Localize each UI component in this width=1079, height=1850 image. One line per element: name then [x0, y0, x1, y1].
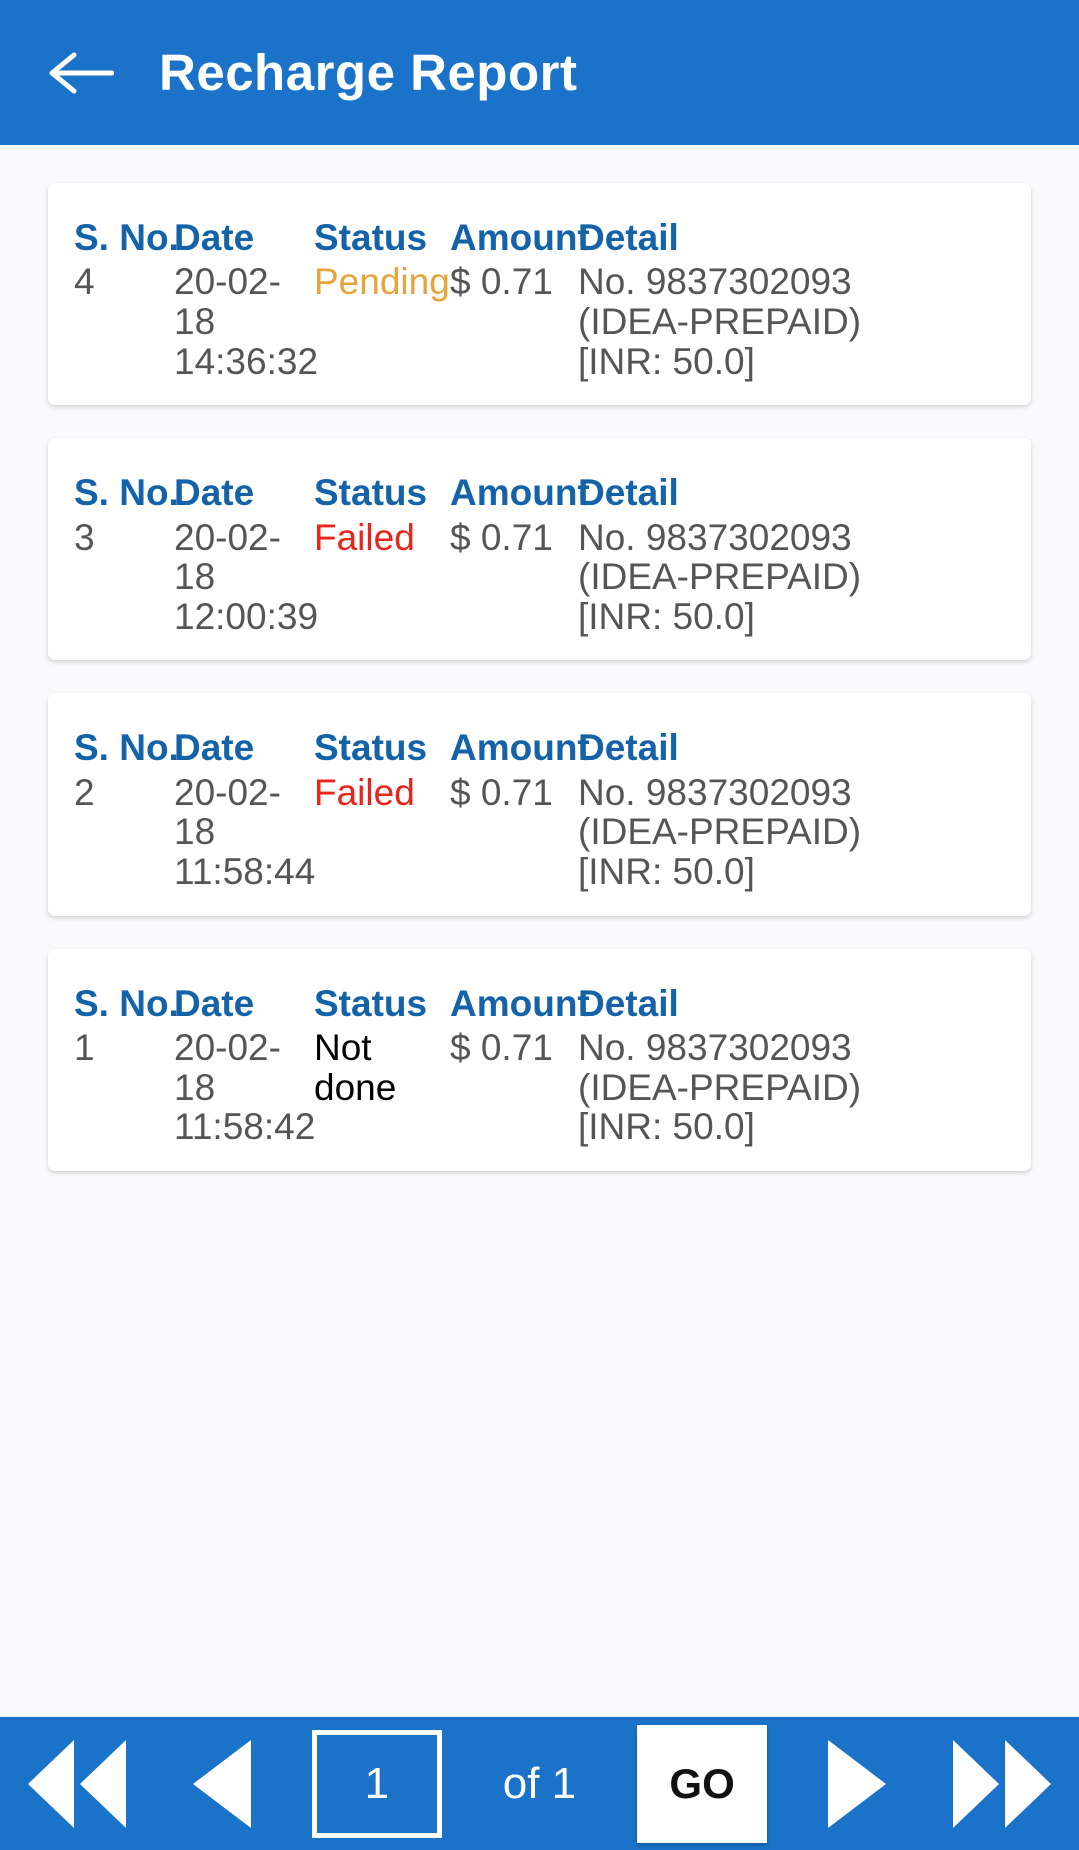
- cell-date: 20-02-18 12:00:39: [174, 516, 319, 637]
- table-row[interactable]: S. No. Date Status Amount Detail 1 20-02…: [48, 948, 1031, 1171]
- column-header-row: S. No. Date Status Amount Detail: [74, 727, 1005, 768]
- page-title: Recharge Report: [159, 44, 578, 101]
- header-detail: Detail: [578, 727, 679, 769]
- cell-amount: $ 0.71: [450, 1026, 553, 1068]
- table-row[interactable]: S. No. Date Status Amount Detail 4 20-02…: [48, 183, 1031, 406]
- column-header-row: S. No. Date Status Amount Detail: [74, 217, 1005, 258]
- table-row[interactable]: S. No. Date Status Amount Detail 2 20-02…: [48, 693, 1031, 916]
- cell-amount: $ 0.71: [450, 261, 553, 303]
- app-header: Recharge Report: [0, 0, 1079, 145]
- header-date: Date: [174, 727, 255, 769]
- report-list: S. No. Date Status Amount Detail 4 20-02…: [0, 145, 1079, 1717]
- cell-sno: 1: [74, 1026, 95, 1068]
- header-status: Status: [314, 217, 428, 258]
- go-button[interactable]: GO: [637, 1724, 768, 1843]
- right-arrow-icon[interactable]: [822, 1734, 892, 1834]
- cell-sno: 4: [74, 261, 95, 303]
- header-status: Status: [314, 472, 428, 514]
- header-amount: Amount: [450, 727, 590, 769]
- record-row: 2 20-02-18 11:58:44 Failed $ 0.71 No. 98…: [74, 773, 1005, 892]
- header-sno: S. No.: [74, 217, 179, 258]
- double-left-arrow-icon[interactable]: [22, 1734, 132, 1834]
- table-row[interactable]: S. No. Date Status Amount Detail 3 20-02…: [48, 438, 1031, 661]
- header-date: Date: [174, 217, 255, 258]
- header-detail: Detail: [578, 982, 679, 1024]
- status-badge: Pending: [314, 261, 450, 303]
- header-detail: Detail: [578, 217, 679, 258]
- header-date: Date: [174, 982, 255, 1024]
- header-status: Status: [314, 727, 428, 769]
- header-amount: Amount: [450, 472, 590, 514]
- left-arrow-icon[interactable]: [187, 1734, 257, 1834]
- cell-date: 20-02-18 11:58:42: [174, 1026, 316, 1148]
- header-amount: Amount: [450, 982, 590, 1024]
- cell-detail: No. 9837302093 (IDEA-PREPAID) [INR: 50.0…: [578, 1026, 862, 1148]
- header-sno: S. No.: [74, 982, 179, 1024]
- record-row: 4 20-02-18 14:36:32 Pending $ 0.71 No. 9…: [74, 262, 1005, 381]
- status-badge: Failed: [314, 771, 415, 813]
- column-header-row: S. No. Date Status Amount Detail: [74, 472, 1005, 513]
- pagination-bar: 1 of 1 GO: [0, 1717, 1079, 1850]
- cell-detail: No. 9837302093 (IDEA-PREPAID) [INR: 50.0…: [578, 261, 862, 382]
- header-sno: S. No.: [74, 472, 179, 514]
- header-sno: S. No.: [74, 727, 179, 769]
- header-detail: Detail: [578, 472, 679, 514]
- header-status: Status: [314, 982, 428, 1024]
- cell-amount: $ 0.71: [450, 771, 553, 813]
- header-date: Date: [174, 472, 255, 514]
- status-badge: Not done: [314, 1026, 397, 1108]
- cell-sno: 2: [74, 771, 95, 813]
- double-right-arrow-icon[interactable]: [947, 1734, 1057, 1834]
- back-arrow-icon[interactable]: [48, 40, 114, 106]
- record-row: 3 20-02-18 12:00:39 Failed $ 0.71 No. 98…: [74, 516, 1005, 637]
- cell-detail: No. 9837302093 (IDEA-PREPAID) [INR: 50.0…: [578, 771, 862, 892]
- record-row: 1 20-02-18 11:58:42 Not done $ 0.71 No. …: [74, 1028, 1005, 1147]
- page-number-input[interactable]: 1: [311, 1729, 442, 1838]
- cell-date: 20-02-18 11:58:44: [174, 771, 316, 892]
- column-header-row: S. No. Date Status Amount Detail: [74, 983, 1005, 1024]
- header-amount: Amount: [450, 217, 590, 258]
- recharge-report-screen: Recharge Report S. No. Date Status Amoun…: [0, 0, 1079, 1850]
- cell-detail: No. 9837302093 (IDEA-PREPAID) [INR: 50.0…: [578, 516, 862, 637]
- cell-sno: 3: [74, 516, 95, 558]
- cell-date: 20-02-18 14:36:32: [174, 261, 319, 382]
- cell-amount: $ 0.71: [450, 516, 553, 558]
- status-badge: Failed: [314, 516, 415, 558]
- page-total-label: of 1: [502, 1758, 577, 1808]
